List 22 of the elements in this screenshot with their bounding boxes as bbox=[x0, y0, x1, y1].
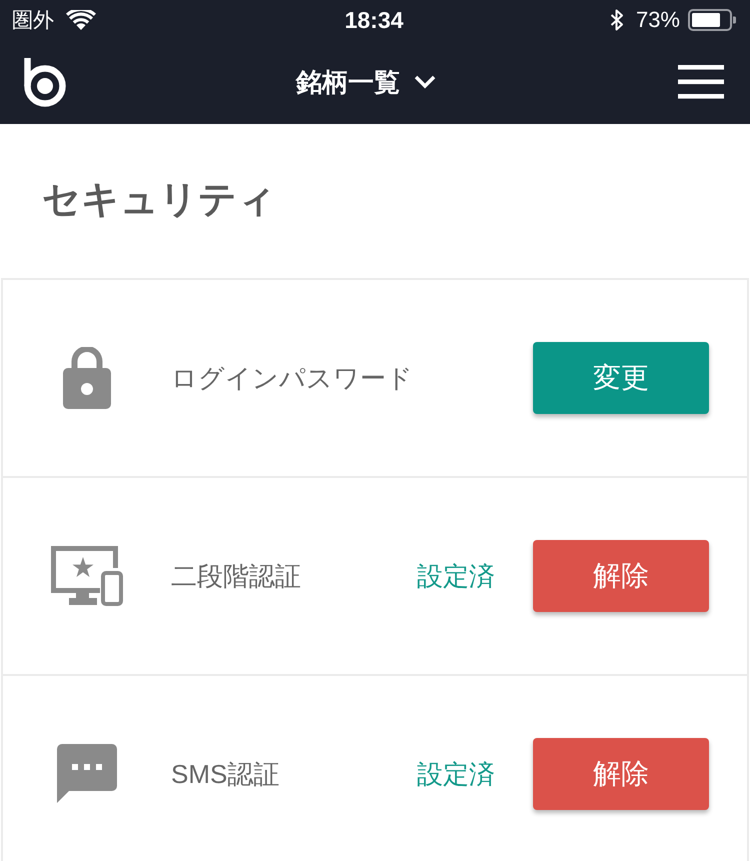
clock-time: 18:34 bbox=[344, 6, 404, 34]
lock-icon bbox=[63, 347, 111, 409]
carrier-text: 圏外 bbox=[12, 8, 54, 34]
battery-icon bbox=[688, 9, 736, 31]
title-dropdown[interactable]: 銘柄一覧 bbox=[296, 64, 436, 100]
setting-label: 二段階認証 bbox=[171, 560, 301, 592]
wifi-icon bbox=[66, 10, 96, 30]
page-title: セキュリティ bbox=[42, 178, 276, 222]
chevron-down-icon bbox=[414, 75, 436, 89]
setting-label: SMS認証 bbox=[171, 758, 280, 790]
menu-icon[interactable] bbox=[678, 65, 724, 99]
remove-button[interactable]: 解除 bbox=[533, 738, 709, 810]
change-button[interactable]: 変更 bbox=[533, 342, 709, 414]
logo-icon[interactable] bbox=[24, 58, 66, 106]
remove-button[interactable]: 解除 bbox=[533, 540, 709, 612]
monitor-phone-icon bbox=[51, 546, 123, 606]
chat-bubble-icon bbox=[57, 744, 117, 804]
battery-percent: 73% bbox=[636, 7, 680, 33]
bluetooth-icon bbox=[610, 9, 624, 31]
status-text: 設定済 bbox=[417, 560, 495, 592]
status-text: 設定済 bbox=[417, 758, 495, 790]
setting-label: ログインパスワード bbox=[171, 362, 413, 394]
